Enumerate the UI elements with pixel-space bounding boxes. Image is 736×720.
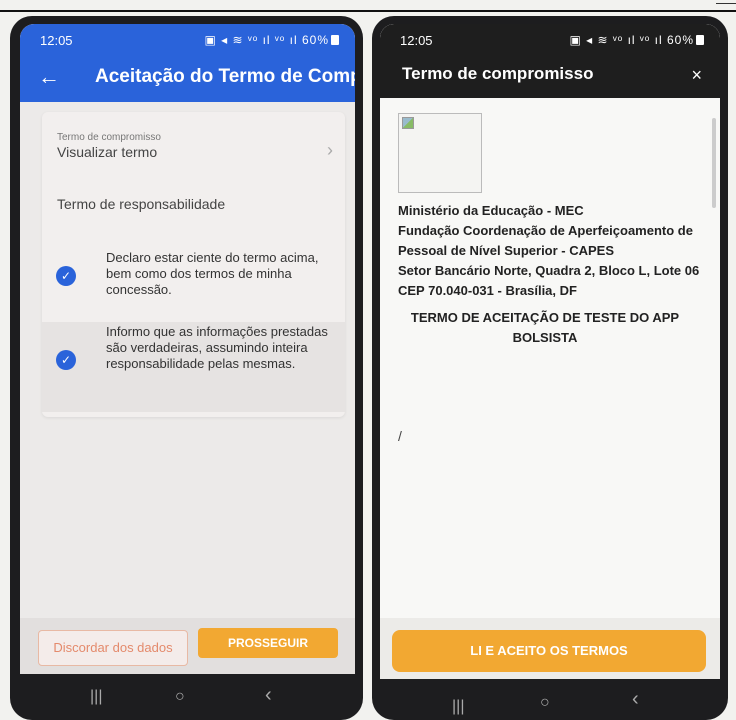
photo-border-tick [716, 3, 736, 4]
checkbox-label: Informo que as informações prestadas são… [106, 324, 328, 371]
status-bar: 12:05 ▣ ◂ ≋ ᵛᵒ ıl ᵛᵒ ıl 60% [20, 24, 355, 54]
app-bar: ← Aceitação do Termo de Comp... [20, 54, 355, 102]
back-arrow-icon[interactable]: ← [38, 64, 60, 90]
page-title: Aceitação do Termo de Comp... [95, 66, 355, 87]
close-icon[interactable]: × [691, 65, 702, 86]
address-line: Ministério da Educação - MEC [398, 203, 584, 218]
institution-address: Ministério da Educação - MEC Fundação Co… [398, 201, 699, 301]
chevron-right-icon: › [327, 140, 333, 160]
back-icon[interactable]: ‹ [265, 684, 272, 707]
home-icon[interactable]: ○ [540, 694, 550, 712]
accept-bar: LI E ACEITO OS TERMOS [380, 618, 720, 679]
right-phone: 12:05 ▣ ◂ ≋ ᵛᵒ ıl ᵛᵒ ıl 60% Termo de com… [372, 16, 728, 720]
checkbox-checked-icon[interactable]: ✓ [56, 266, 76, 286]
left-phone: 12:05 ▣ ◂ ≋ ᵛᵒ ıl ᵛᵒ ıl 60% ← Aceitação … [10, 16, 363, 720]
recents-icon[interactable]: ||| [90, 688, 102, 706]
system-nav-bar: ||| ○ ‹ [372, 678, 728, 720]
disagree-button[interactable]: Discordar dos dados [38, 630, 188, 666]
view-term-row[interactable]: Termo de compromisso Visualizar termo › [42, 130, 345, 178]
view-term-link[interactable]: Visualizar termo [57, 144, 157, 160]
address-line: CEP 70.040-031 - Brasília, DF [398, 283, 577, 298]
battery-icon [696, 35, 704, 45]
home-icon[interactable]: ○ [175, 688, 185, 706]
status-bar: 12:05 ▣ ◂ ≋ ᵛᵒ ıl ᵛᵒ ıl 60% [380, 24, 720, 54]
checkbox-row-truthful[interactable]: ✓ Informo que as informações prestadas s… [42, 322, 345, 412]
term-document[interactable]: Ministério da Educação - MEC Fundação Co… [380, 98, 720, 618]
modal-title: Termo de compromisso [402, 64, 594, 83]
address-line: Pessoal de Nível Superior - CAPES [398, 243, 615, 258]
battery-icon [331, 35, 339, 45]
status-time: 12:05 [400, 33, 433, 48]
checkbox-row-aware[interactable]: ✓ Declaro estar ciente do termo acima, b… [42, 240, 345, 310]
proceed-button[interactable]: PROSSEGUIR [198, 628, 338, 658]
document-slash: / [398, 428, 402, 444]
left-screen: 12:05 ▣ ◂ ≋ ᵛᵒ ıl ᵛᵒ ıl 60% ← Aceitação … [20, 24, 355, 674]
broken-image-icon [398, 113, 482, 193]
right-screen: 12:05 ▣ ◂ ≋ ᵛᵒ ıl ᵛᵒ ıl 60% Termo de com… [380, 24, 720, 679]
modal-header: Termo de compromisso × [380, 54, 720, 98]
status-icons: ▣ ◂ ≋ ᵛᵒ ıl ᵛᵒ ıl 60% [569, 33, 704, 47]
accept-terms-button[interactable]: LI E ACEITO OS TERMOS [392, 630, 706, 672]
responsibility-title: Termo de responsabilidade [57, 196, 226, 212]
action-bar: Discordar dos dados PROSSEGUIR [20, 618, 355, 674]
photo-border [0, 10, 736, 12]
back-icon[interactable]: ‹ [632, 688, 639, 711]
terms-card: Termo de compromisso Visualizar termo › … [42, 112, 345, 417]
scrollbar[interactable] [712, 118, 716, 208]
status-time: 12:05 [40, 33, 73, 48]
status-icons: ▣ ◂ ≋ ᵛᵒ ıl ᵛᵒ ıl 60% [204, 33, 339, 47]
term-caption: Termo de compromisso [57, 132, 161, 143]
address-line: Setor Bancário Norte, Quadra 2, Bloco L,… [398, 263, 700, 278]
checkbox-label: Declaro estar ciente do termo acima, bem… [106, 250, 319, 297]
checkbox-checked-icon[interactable]: ✓ [56, 350, 76, 370]
address-line: Fundação Coordenação de Aperfeiçoamento … [398, 223, 693, 238]
document-heading: TERMO DE ACEITAÇÃO DE TESTE DO APP BOLSI… [410, 310, 680, 345]
recents-icon[interactable]: ||| [452, 698, 464, 716]
system-nav-bar: ||| ○ ‹ [10, 678, 363, 720]
